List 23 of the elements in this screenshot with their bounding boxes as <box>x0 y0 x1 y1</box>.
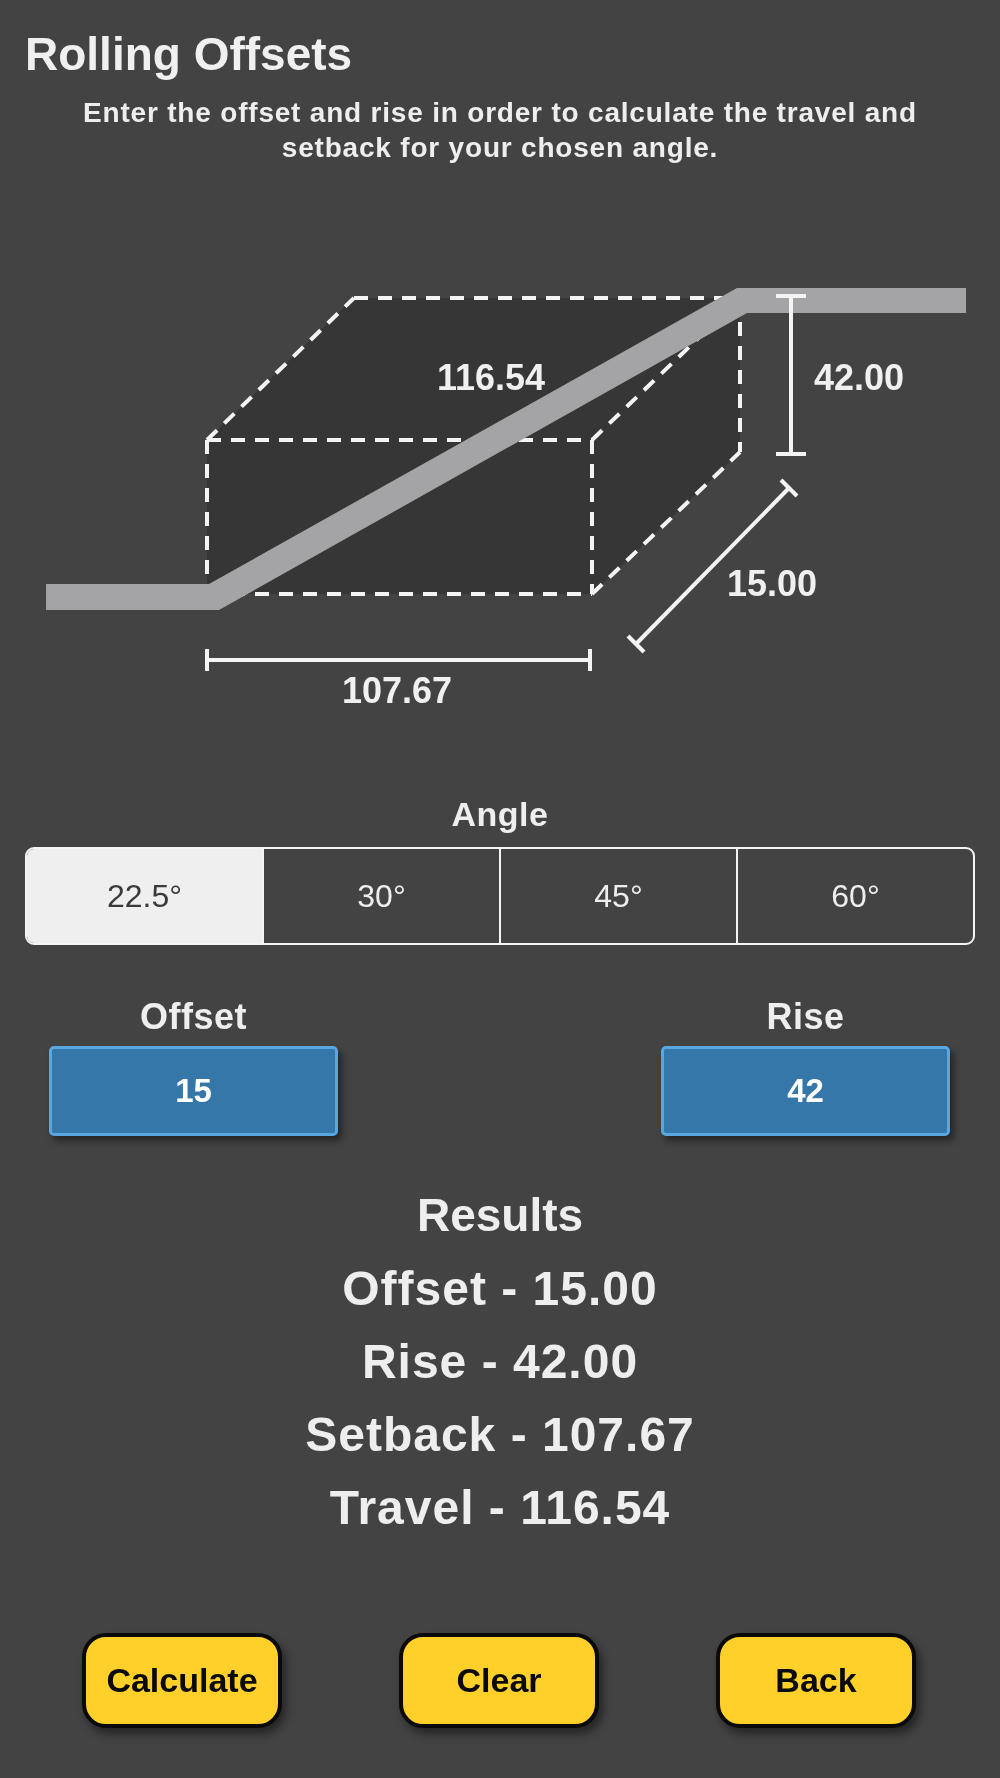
page-title: Rolling Offsets <box>24 27 354 81</box>
field-label: Offset <box>139 996 248 1038</box>
angle-option[interactable]: 45° <box>499 849 736 943</box>
calculate-button[interactable]: Calculate <box>82 1633 282 1728</box>
number-field[interactable]: 42 <box>661 1046 950 1136</box>
angle-option[interactable]: 22.5° <box>27 849 262 943</box>
angle-option[interactable]: 60° <box>736 849 973 943</box>
result-line: Setback - 107.67 <box>304 1407 696 1463</box>
dimension-label: 42.00 <box>813 357 905 398</box>
field-label: Rise <box>765 996 846 1038</box>
instructions-text: Enter the offset and rise in order to calculate the travel and setback for your chosen angle. <box>82 96 918 165</box>
back-button[interactable]: Back <box>716 1633 916 1728</box>
dimension-label: 15.00 <box>726 563 818 604</box>
result-line: Travel - 116.54 <box>328 1480 672 1536</box>
angle-option[interactable]: 30° <box>262 849 499 943</box>
clear-button[interactable]: Clear <box>399 1633 599 1728</box>
angle-label: Angle <box>450 794 550 834</box>
dimension-label: 107.67 <box>341 670 453 711</box>
results-heading: Results <box>415 1188 585 1243</box>
number-field[interactable]: 15 <box>49 1046 338 1136</box>
dimension-label: 116.54 <box>436 357 546 398</box>
result-line: Rise - 42.00 <box>360 1334 640 1390</box>
result-line: Offset - 15.00 <box>341 1261 659 1317</box>
